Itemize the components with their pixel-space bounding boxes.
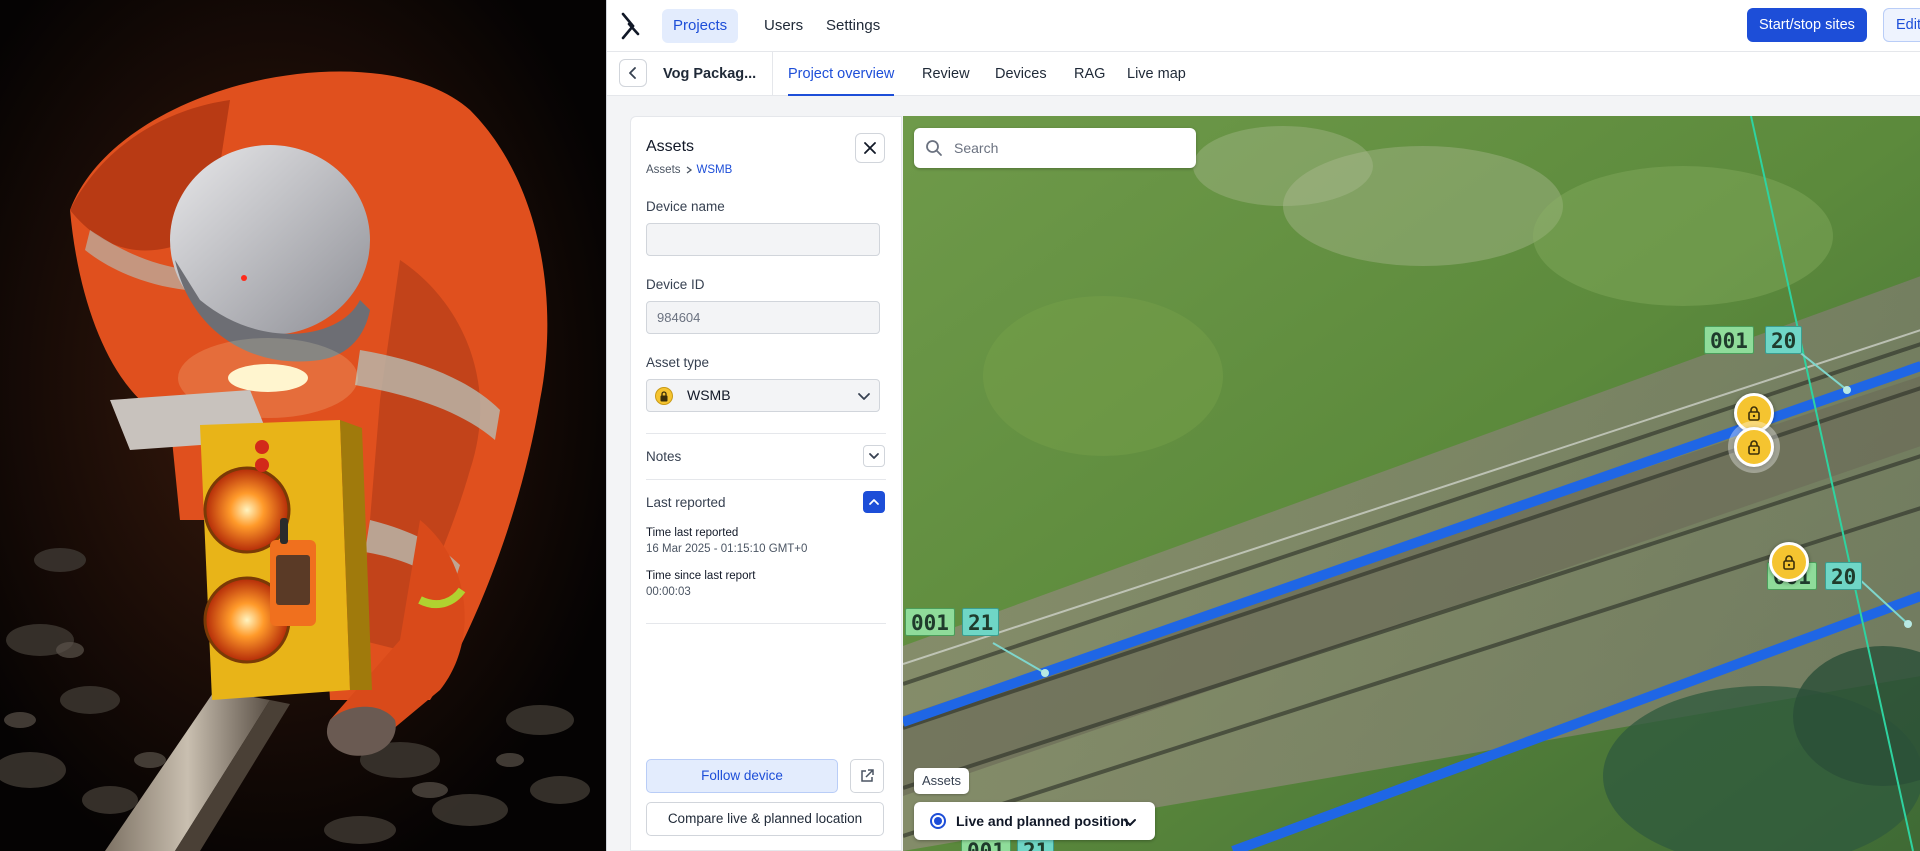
external-link-icon xyxy=(861,769,874,782)
tab-project-overview[interactable]: Project overview xyxy=(788,52,895,96)
chevron-down-icon xyxy=(858,393,870,400)
time-last-reported-value: 16 Mar 2025 - 01:15:10 GMT+0 xyxy=(646,543,808,555)
follow-device-button[interactable]: Follow device xyxy=(646,759,838,793)
open-external-button[interactable] xyxy=(850,759,884,793)
assets-layer-chip[interactable]: Assets xyxy=(914,768,970,794)
tab-devices[interactable]: Devices xyxy=(995,52,1047,96)
top-navigation: Projects Users Settings Start/stop sites… xyxy=(607,0,1920,52)
left-gutter xyxy=(607,96,621,851)
lock-icon xyxy=(655,387,673,405)
time-last-reported-label: Time last reported xyxy=(646,527,739,539)
nav-projects[interactable]: Projects xyxy=(662,9,739,43)
worker-photo xyxy=(0,0,606,851)
divider xyxy=(646,479,886,480)
divider xyxy=(646,433,886,434)
nav-users[interactable]: Users xyxy=(753,9,814,43)
asset-marker[interactable] xyxy=(1769,542,1809,582)
chevron-down-icon xyxy=(1124,819,1136,826)
position-mode-select[interactable]: Live and planned position xyxy=(914,802,1155,840)
search-placeholder: Search xyxy=(954,140,999,156)
time-since-value: 00:00:03 xyxy=(646,586,691,598)
track-label-right[interactable]: 20 xyxy=(1765,326,1803,354)
tab-rag[interactable]: RAG xyxy=(1074,52,1105,96)
last-reported-toggle[interactable] xyxy=(863,491,885,513)
close-panel-button[interactable] xyxy=(855,133,885,163)
breadcrumb-current: WSMB xyxy=(696,164,733,176)
lock-icon xyxy=(1748,406,1760,421)
breadcrumb-root[interactable]: Assets xyxy=(646,164,681,176)
back-button[interactable] xyxy=(619,59,647,87)
track-label-left[interactable]: 001 xyxy=(905,608,955,636)
asset-type-value: WSMB xyxy=(687,387,731,403)
tab-live-map[interactable]: Live map xyxy=(1127,52,1186,96)
asset-marker-selected[interactable] xyxy=(1734,427,1774,467)
nav-settings[interactable]: Settings xyxy=(815,9,891,43)
track-label-right[interactable]: 21 xyxy=(962,608,1000,636)
device-name-label: Device name xyxy=(646,199,725,214)
time-since-label: Time since last report xyxy=(646,570,756,582)
chevron-up-icon xyxy=(869,499,879,505)
map-view[interactable]: 001 20 001 21 001 20 001 21 Search Asset… xyxy=(903,116,1920,851)
lock-icon xyxy=(1748,440,1760,455)
map-search[interactable]: Search xyxy=(914,128,1196,168)
asset-type-select[interactable]: WSMB xyxy=(646,379,880,412)
chevron-down-icon xyxy=(869,453,879,459)
position-mode-value: Live and planned position xyxy=(956,813,1129,829)
aerial-imagery xyxy=(903,116,1920,851)
last-reported-label: Last reported xyxy=(646,495,726,510)
app-window: Projects Users Settings Start/stop sites… xyxy=(606,0,1920,851)
track-label-right[interactable]: 20 xyxy=(1825,562,1863,590)
start-stop-sites-button[interactable]: Start/stop sites xyxy=(1747,8,1867,42)
lock-icon xyxy=(1783,555,1795,570)
device-name-input[interactable] xyxy=(646,223,880,256)
notes-toggle[interactable] xyxy=(863,445,885,467)
radio-indicator xyxy=(930,813,946,829)
project-tabs-bar: Vog Packag... Project overview Review De… xyxy=(607,52,1920,96)
device-id-input[interactable]: 984604 xyxy=(646,301,880,334)
compare-locations-button[interactable]: Compare live & planned location xyxy=(646,802,884,836)
assets-panel: Assets Assets WSMB Device name Device ID… xyxy=(630,116,902,851)
project-name: Vog Packag... xyxy=(663,66,757,82)
track-label-left[interactable]: 001 xyxy=(1704,326,1754,354)
asset-type-label: Asset type xyxy=(646,355,710,370)
notes-label: Notes xyxy=(646,449,682,464)
breadcrumb: Assets WSMB xyxy=(646,164,732,176)
panel-title: Assets xyxy=(646,138,695,155)
edit-button[interactable]: Edit xyxy=(1883,8,1920,42)
chevron-right-icon xyxy=(686,166,692,174)
tab-review[interactable]: Review xyxy=(922,52,970,96)
search-icon xyxy=(926,140,942,156)
chevron-left-icon xyxy=(629,67,636,79)
close-icon xyxy=(864,142,876,154)
divider xyxy=(646,623,886,624)
divider xyxy=(772,52,773,96)
device-id-label: Device ID xyxy=(646,277,705,292)
logo-icon[interactable] xyxy=(619,12,643,40)
